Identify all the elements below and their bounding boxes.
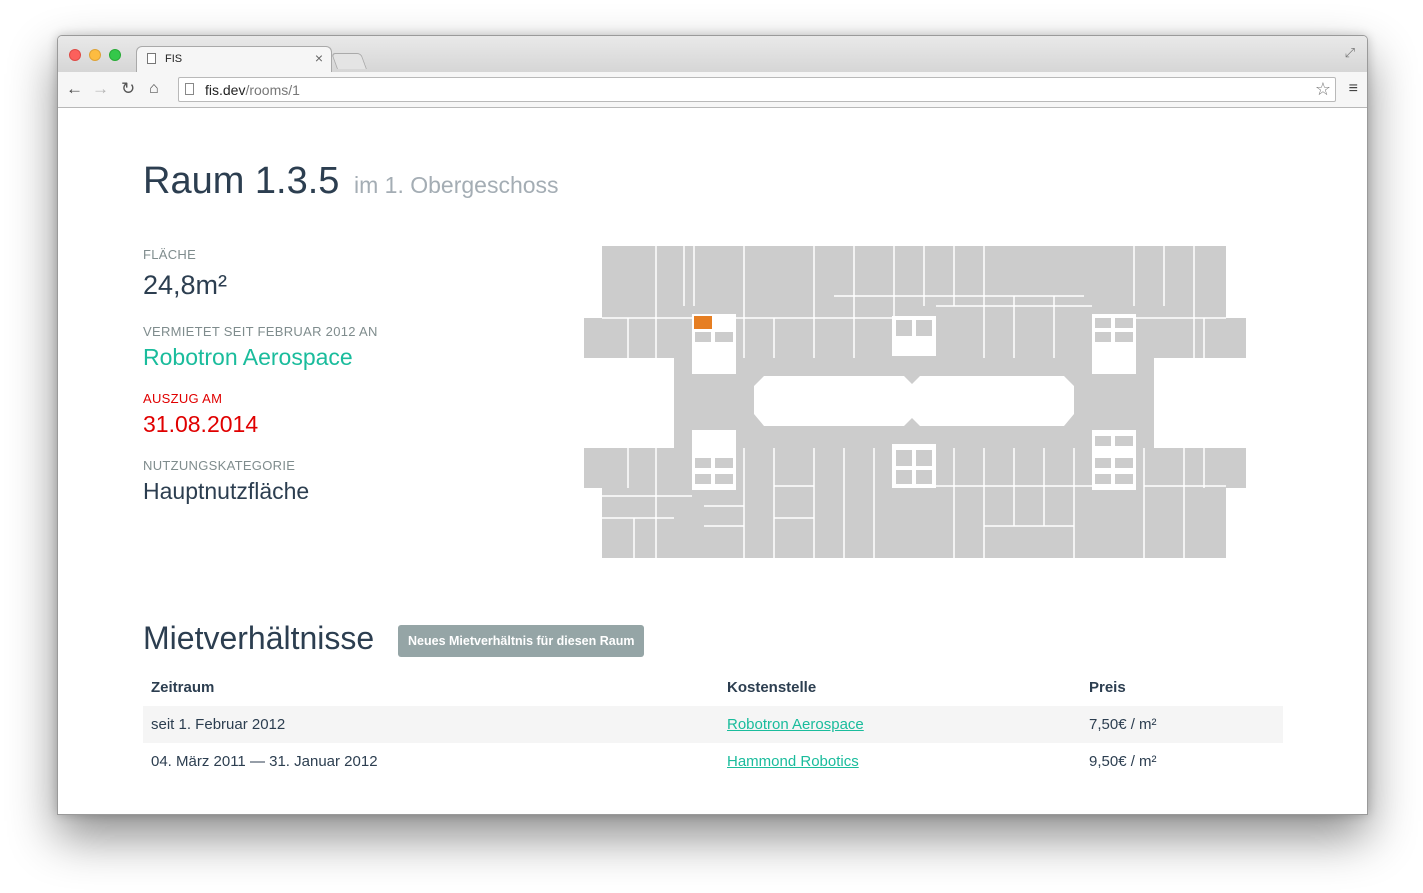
moveout-label: Auszug am (143, 391, 223, 406)
new-tab-button[interactable] (331, 53, 367, 69)
table-header-row: Zeitraum Kostenstelle Preis (143, 669, 1283, 706)
core-cell (1095, 458, 1111, 468)
core-cell (916, 470, 932, 484)
core-cell (1115, 436, 1133, 446)
table-row: seit 1. Februar 2012 Robotron Aerospace … (143, 706, 1283, 743)
page-icon (147, 53, 156, 64)
core-cell (1115, 458, 1133, 468)
rentals-heading: Mietverhältnisse (143, 620, 375, 656)
usage-value: Hauptnutzfläche (143, 478, 310, 504)
tab-strip: FIS × ⤢ (58, 36, 1367, 73)
core-cell (1115, 318, 1133, 328)
rental-period: 04. März 2011 — 31. Januar 2012 (151, 753, 378, 770)
reload-icon[interactable]: ↻ (121, 79, 135, 99)
area-label: Fläche (143, 247, 197, 262)
window-maximize-button[interactable] (109, 49, 121, 61)
usage-label: Nutzungskategorie (143, 458, 296, 473)
rental-cost-center-cell: Hammond Robotics (719, 743, 1081, 780)
browser-tab[interactable]: FIS × (136, 46, 332, 73)
column-header-cost-center: Kostenstelle (727, 679, 817, 696)
core-cell (695, 332, 711, 342)
new-rental-button[interactable]: Neues Mietverhältnis für diesen Raum (398, 625, 645, 657)
cost-center-link[interactable]: Hammond Robotics (727, 753, 859, 770)
column-header-period: Zeitraum (151, 679, 215, 696)
core-cell (1095, 474, 1111, 484)
url-text[interactable]: fis.dev/rooms/1 (205, 82, 300, 98)
tenant-name: Robotron Aerospace (143, 344, 353, 370)
area-value: 24,8m² (143, 270, 228, 300)
core-cell (715, 474, 733, 484)
home-icon[interactable]: ⌂ (149, 79, 159, 99)
page-icon (185, 83, 194, 95)
forward-arrow-icon[interactable]: → (92, 79, 109, 99)
atrium (754, 376, 1074, 426)
table-row: 04. März 2011 — 31. Januar 2012 Hammond … (143, 743, 1283, 780)
floor-plan (584, 246, 1246, 558)
rented-label: Vermietet seit Februar 2012 an (143, 324, 378, 339)
core-cell (1095, 332, 1111, 342)
moveout-date: 31.08.2014 (143, 411, 259, 437)
window-minimize-button[interactable] (89, 49, 101, 61)
tab-close-icon[interactable]: × (315, 50, 323, 66)
core-cell (896, 320, 912, 336)
page-content: Raum 1.3.5 im 1. Obergeschoss Fläche 24,… (58, 108, 1367, 814)
rental-cost-center-cell: Robotron Aerospace (719, 706, 1081, 743)
room-floor: im 1. Obergeschoss (354, 172, 559, 198)
core-cell (1095, 318, 1111, 328)
url-host: fis.dev (205, 82, 246, 98)
core-cell (1115, 332, 1133, 342)
rentals-table: Zeitraum Kostenstelle Preis seit 1. Febr… (143, 669, 1283, 780)
fullscreen-icon[interactable]: ⤢ (1345, 45, 1355, 61)
bookmark-star-icon[interactable]: ☆ (1315, 79, 1331, 100)
core-cell (916, 320, 932, 336)
browser-toolbar: ← → ↻ ⌂ fis.dev/rooms/1 ☆ ≡ (58, 72, 1367, 108)
room-title: Raum 1.3.5 (143, 160, 340, 202)
core-cell (896, 450, 912, 466)
browser-window: FIS × ⤢ ← → ↻ ⌂ fis.dev/rooms/1 ☆ ≡ Raum… (57, 35, 1368, 815)
core-cell (896, 470, 912, 484)
highlighted-room (694, 316, 712, 329)
menu-icon[interactable]: ≡ (1349, 80, 1358, 98)
rental-price: 9,50€ / m² (1089, 753, 1157, 770)
address-bar[interactable]: fis.dev/rooms/1 ☆ (178, 77, 1336, 102)
core-cell (715, 458, 733, 468)
url-path: /rooms/1 (245, 82, 300, 98)
core-cell (695, 474, 711, 484)
window-close-button[interactable] (69, 49, 81, 61)
column-header-price: Preis (1089, 679, 1126, 696)
cost-center-link[interactable]: Robotron Aerospace (727, 716, 864, 733)
core-cell (916, 450, 932, 466)
core-cell (1115, 474, 1133, 484)
page-title: Raum 1.3.5 im 1. Obergeschoss (143, 160, 559, 203)
core-cell (1095, 436, 1111, 446)
rental-period: seit 1. Februar 2012 (143, 706, 719, 743)
tab-title: FIS (165, 53, 183, 65)
back-arrow-icon[interactable]: ← (66, 79, 83, 99)
rental-price: 7,50€ / m² (1081, 706, 1283, 743)
core-cell (715, 332, 733, 342)
core-cell (695, 458, 711, 468)
